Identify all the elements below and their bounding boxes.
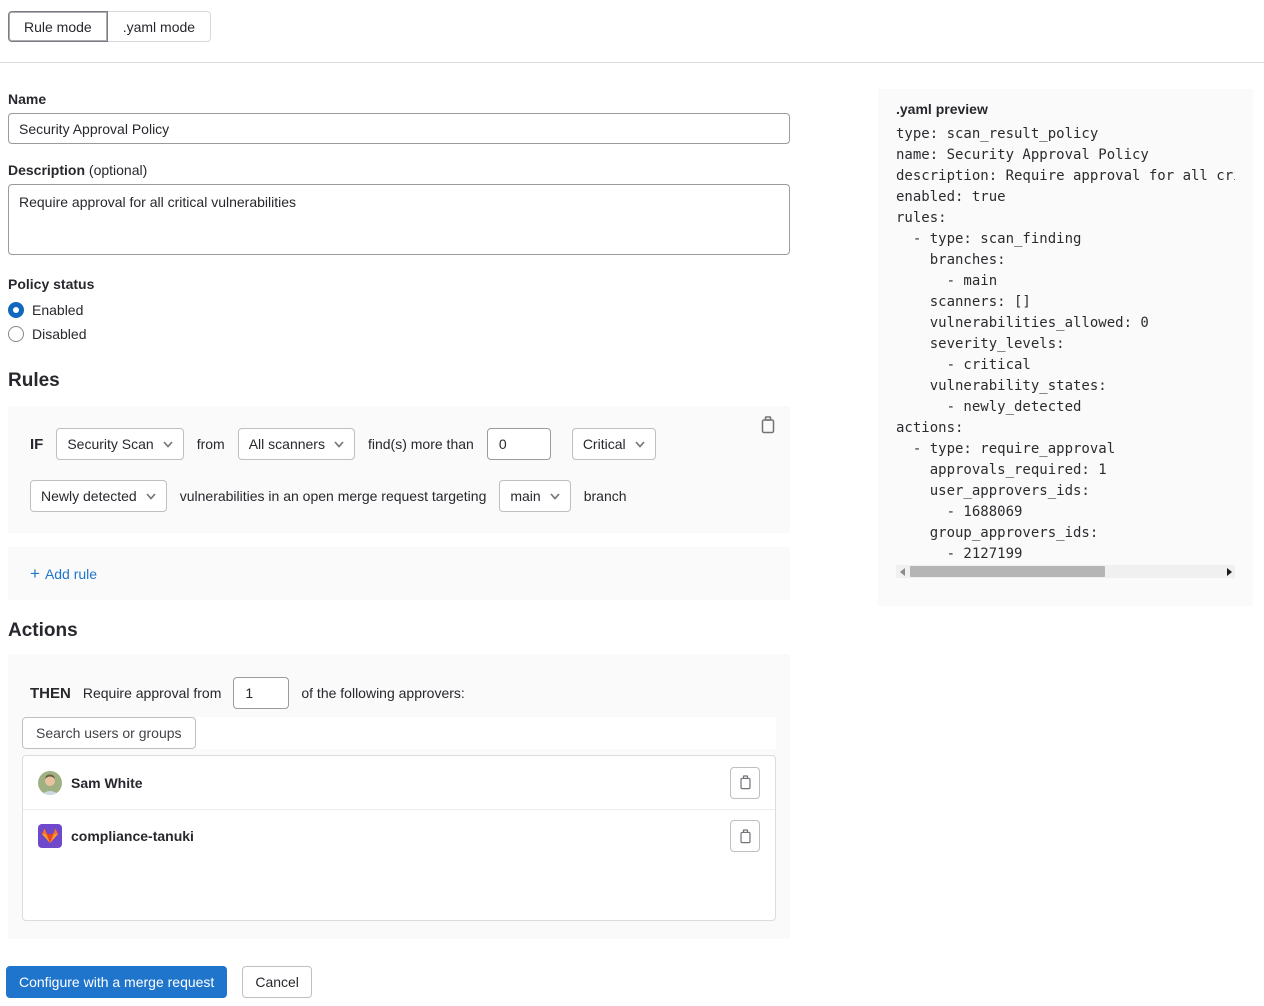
trash-icon <box>760 416 776 434</box>
approver-search-bar: Search users or groups <box>22 717 776 749</box>
chevron-down-icon <box>334 441 344 448</box>
targeting-label: vulnerabilities in an open merge request… <box>180 488 487 504</box>
description-label: Description (optional) <box>8 162 790 178</box>
chevron-down-icon <box>550 493 560 500</box>
form-footer: Configure with a merge request Cancel <box>6 966 790 998</box>
chevron-down-icon <box>146 493 156 500</box>
trash-icon <box>739 775 752 790</box>
approver-name: Sam White <box>71 775 143 791</box>
finds-more-than-label: find(s) more than <box>368 436 474 452</box>
scroll-left-arrow-icon[interactable] <box>896 565 908 578</box>
name-input[interactable] <box>8 113 790 144</box>
description-textarea[interactable]: Require approval for all critical vulner… <box>8 184 790 255</box>
approvers-list: Sam White complianc <box>22 755 776 921</box>
radio-disabled[interactable]: Disabled <box>8 322 790 346</box>
approvals-required-input[interactable] <box>233 677 289 709</box>
actions-heading: Actions <box>8 620 790 642</box>
require-approval-label: Require approval from <box>83 685 222 701</box>
configure-merge-request-button[interactable]: Configure with a merge request <box>6 966 227 998</box>
horizontal-scrollbar[interactable] <box>896 565 1235 578</box>
rule-row-2: Newly detected vulnerabilities in an ope… <box>30 480 770 512</box>
vulnerabilities-count-input[interactable] <box>487 428 551 460</box>
radio-enabled[interactable]: Enabled <box>8 298 790 322</box>
radio-enabled-label: Enabled <box>32 302 83 318</box>
description-optional-hint: (optional) <box>89 162 147 178</box>
approver-name: compliance-tanuki <box>71 828 194 844</box>
then-row: THEN Require approval from of the follow… <box>22 677 776 709</box>
yaml-preview-panel: .yaml preview type: scan_result_policy n… <box>878 89 1253 606</box>
delete-rule-button[interactable] <box>758 414 778 439</box>
scan-type-dropdown[interactable]: Security Scan <box>56 428 183 460</box>
mode-tabs: Rule mode .yaml mode <box>0 0 1264 42</box>
then-keyword: THEN <box>30 685 71 702</box>
chevron-down-icon <box>635 441 645 448</box>
approver-row: Sam White <box>23 756 775 809</box>
tab-rule-mode[interactable]: Rule mode <box>8 11 108 42</box>
action-card: THEN Require approval from of the follow… <box>8 654 790 939</box>
from-label: from <box>197 436 225 452</box>
delete-approver-button[interactable] <box>730 820 760 852</box>
radio-disabled-dot[interactable] <box>8 326 24 342</box>
policy-status-radio-group: Enabled Disabled <box>8 298 790 346</box>
yaml-preview-column: .yaml preview type: scan_result_policy n… <box>878 89 1253 606</box>
tab-yaml-mode[interactable]: .yaml mode <box>107 11 211 42</box>
rule-row-1: IF Security Scan from All scanners find(… <box>30 428 770 460</box>
following-approvers-label: of the following approvers: <box>301 685 464 701</box>
plus-icon: + <box>30 565 40 582</box>
radio-enabled-dot[interactable] <box>8 302 24 318</box>
user-avatar <box>38 771 62 795</box>
add-rule-button[interactable]: + Add rule <box>30 565 97 582</box>
approver-search-input[interactable]: Search users or groups <box>22 717 196 749</box>
scroll-right-arrow-icon[interactable] <box>1223 565 1235 578</box>
rule-card: IF Security Scan from All scanners find(… <box>8 406 790 533</box>
add-rule-section: + Add rule <box>8 547 790 600</box>
scanners-dropdown[interactable]: All scanners <box>238 428 355 460</box>
yaml-preview-title: .yaml preview <box>896 101 1235 117</box>
delete-approver-button[interactable] <box>730 767 760 799</box>
chevron-down-icon <box>163 441 173 448</box>
scrollbar-track[interactable] <box>908 566 1223 577</box>
name-label: Name <box>8 91 790 107</box>
vulnerability-state-dropdown[interactable]: Newly detected <box>30 480 167 512</box>
policy-form: Name Description (optional) Require appr… <box>8 63 790 998</box>
trash-icon <box>739 829 752 844</box>
severity-dropdown[interactable]: Critical <box>572 428 656 460</box>
cancel-button[interactable]: Cancel <box>242 966 312 998</box>
yaml-code: type: scan_result_policy name: Security … <box>896 124 1235 565</box>
policy-status-label: Policy status <box>8 276 790 292</box>
branch-label: branch <box>584 488 627 504</box>
branch-dropdown[interactable]: main <box>499 480 570 512</box>
policy-editor: Name Description (optional) Require appr… <box>0 63 1264 998</box>
approver-row: compliance-tanuki <box>23 809 775 862</box>
if-keyword: IF <box>30 436 43 453</box>
group-avatar <box>38 824 62 848</box>
rules-heading: Rules <box>8 370 790 392</box>
scrollbar-thumb[interactable] <box>910 566 1105 577</box>
radio-disabled-label: Disabled <box>32 326 86 342</box>
